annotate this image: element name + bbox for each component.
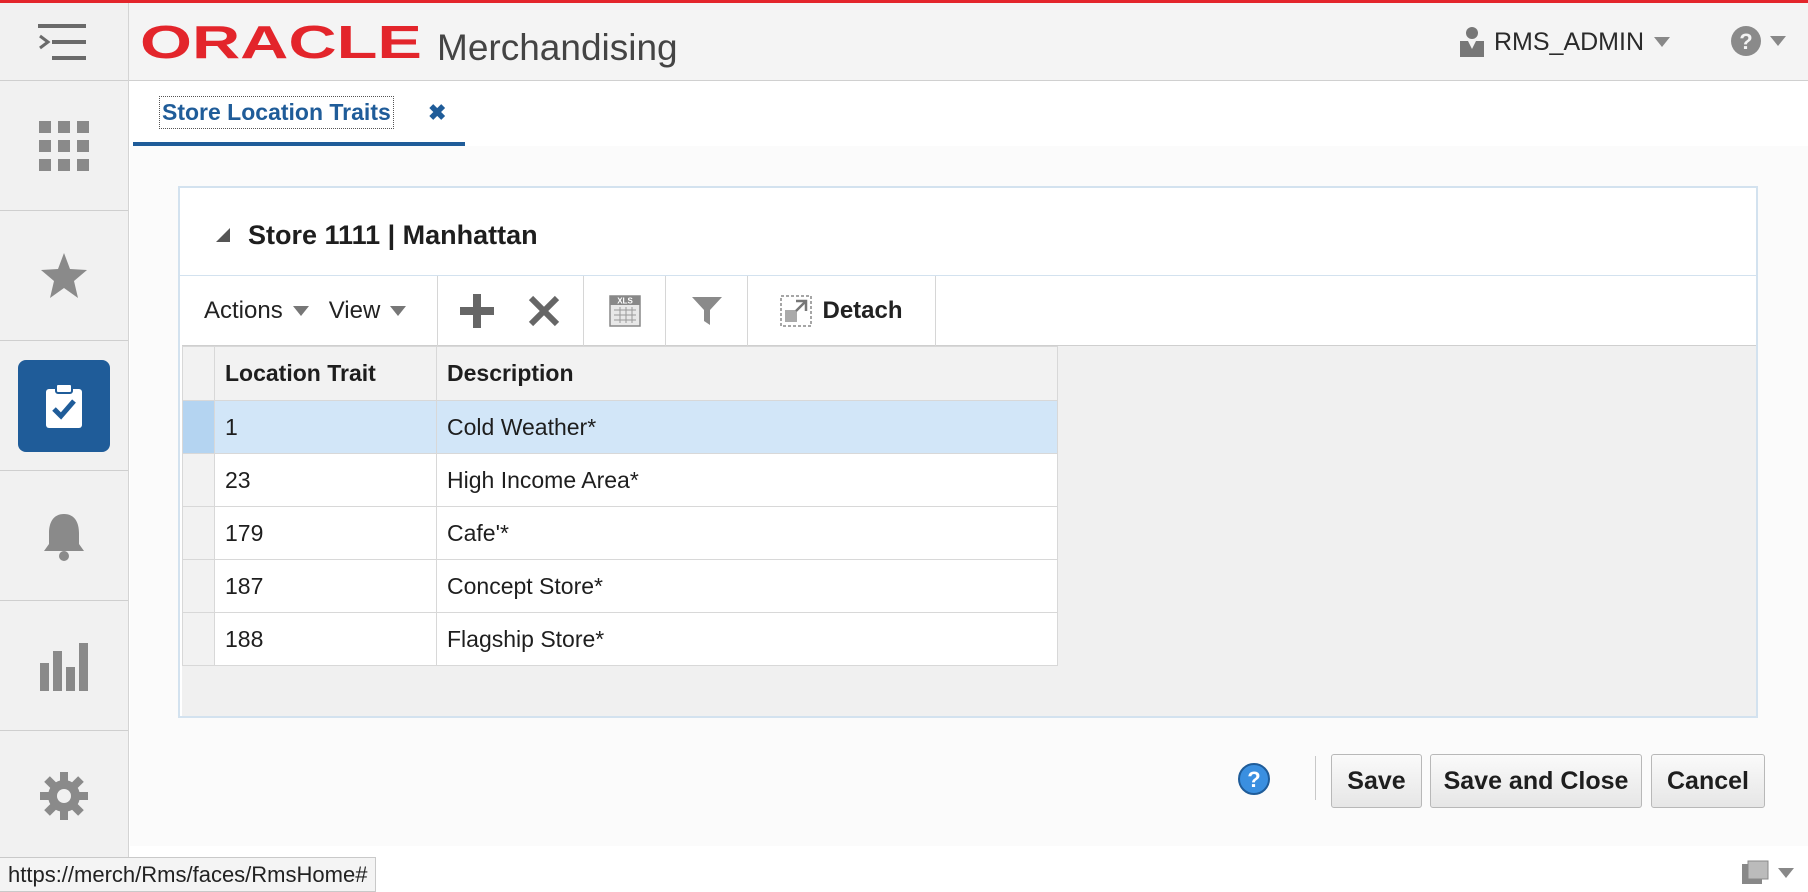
row-header[interactable] bbox=[182, 453, 215, 507]
user-name: RMS_ADMIN bbox=[1493, 27, 1644, 56]
favorites-star-icon bbox=[41, 252, 87, 298]
save-button[interactable]: Save bbox=[1331, 754, 1422, 808]
table-row[interactable]: 179 Cafe'* bbox=[182, 506, 1058, 560]
oracle-logo[interactable]: ORACLE bbox=[140, 25, 430, 61]
rail-item-reports[interactable] bbox=[0, 601, 128, 731]
filter-funnel-icon bbox=[691, 297, 722, 325]
tasks-grid-icon bbox=[39, 120, 89, 171]
accessibility-icon bbox=[1742, 860, 1769, 884]
table-toolbar: Actions View XLS Detach bbox=[182, 276, 1756, 346]
excel-xls-icon: XLS bbox=[608, 295, 641, 327]
delete-row-button[interactable] bbox=[514, 281, 574, 341]
rail-item-tasks[interactable] bbox=[0, 341, 128, 471]
help-icon[interactable]: ? bbox=[1237, 762, 1271, 796]
rail-item-tasks-grid[interactable] bbox=[0, 81, 128, 211]
tab-bar: Store Location Traits ✖ bbox=[130, 82, 1808, 146]
app-header: ORACLE Merchandising RMS_ADMIN ? bbox=[129, 3, 1808, 81]
column-header-description[interactable]: Description bbox=[436, 346, 1058, 401]
oracle-brand-text: ORACLE bbox=[140, 25, 422, 61]
add-row-button[interactable] bbox=[447, 281, 507, 341]
save-and-close-button[interactable]: Save and Close bbox=[1430, 754, 1642, 808]
toolbar-filter-group bbox=[666, 276, 748, 346]
footer-separator bbox=[1315, 756, 1316, 800]
tab-store-location-traits[interactable]: Store Location Traits ✖ bbox=[133, 82, 465, 146]
main-content: Store 1111 | Manhattan Actions View XLS … bbox=[130, 146, 1808, 846]
tab-label: Store Location Traits bbox=[159, 96, 394, 129]
table-row[interactable]: 23 High Income Area* bbox=[182, 453, 1058, 507]
location-trait-cell[interactable]: 179 bbox=[214, 506, 437, 560]
status-url: https://merch/Rms/faces/RmsHome# bbox=[0, 857, 377, 892]
close-tab-icon[interactable]: ✖ bbox=[428, 100, 446, 126]
location-trait-cell[interactable]: 188 bbox=[214, 612, 437, 666]
delete-x-icon bbox=[528, 295, 559, 327]
collapse-triangle-icon[interactable] bbox=[216, 228, 230, 242]
rail-item-active-highlight bbox=[18, 359, 110, 452]
actions-menu-label: Actions bbox=[204, 297, 283, 324]
detach-button[interactable]: Detach bbox=[748, 276, 936, 346]
help-menu[interactable]: ? bbox=[1730, 25, 1786, 57]
location-trait-cell[interactable]: 1 bbox=[214, 400, 437, 454]
description-cell[interactable]: High Income Area* bbox=[436, 453, 1058, 507]
description-cell[interactable]: Cafe'* bbox=[436, 506, 1058, 560]
location-trait-cell[interactable]: 23 bbox=[214, 453, 437, 507]
row-header-corner bbox=[182, 346, 215, 401]
tasks-clipboard-icon bbox=[46, 382, 82, 428]
plus-icon bbox=[460, 294, 495, 328]
panel-header: Store 1111 | Manhattan bbox=[180, 188, 1756, 276]
chevron-down-icon bbox=[1654, 37, 1670, 47]
table-row[interactable]: 188 Flagship Store* bbox=[182, 612, 1058, 666]
notifications-bell-icon bbox=[44, 513, 84, 561]
table-area: Location Trait Description 1 Cold Weathe… bbox=[182, 346, 1756, 716]
query-by-example-button[interactable] bbox=[677, 281, 737, 341]
panel-title: Store 1111 | Manhattan bbox=[248, 220, 538, 250]
view-menu-label: View bbox=[328, 297, 381, 324]
location-trait-cell[interactable]: 187 bbox=[214, 559, 437, 613]
svg-text:?: ? bbox=[1739, 29, 1752, 54]
export-excel-button[interactable]: XLS bbox=[595, 281, 655, 341]
footer-actions: ? Save Save and Close Cancel bbox=[130, 746, 1808, 808]
actions-menu[interactable]: Actions bbox=[204, 297, 309, 325]
cancel-button[interactable]: Cancel bbox=[1651, 754, 1765, 808]
toolbar-edit-group bbox=[438, 276, 584, 346]
help-icon: ? bbox=[1731, 26, 1761, 56]
left-nav-rail bbox=[0, 3, 129, 892]
table-row[interactable]: 1 Cold Weather* bbox=[182, 400, 1058, 454]
chevron-down-icon bbox=[1778, 868, 1794, 878]
app-title: Merchandising bbox=[437, 27, 678, 68]
row-header[interactable] bbox=[182, 400, 215, 454]
user-menu[interactable]: RMS_ADMIN bbox=[1459, 27, 1670, 57]
svg-text:XLS: XLS bbox=[617, 297, 633, 306]
reports-chart-icon bbox=[40, 642, 88, 691]
table-row[interactable]: 187 Concept Store* bbox=[182, 559, 1058, 613]
description-cell[interactable]: Cold Weather* bbox=[436, 400, 1058, 454]
detach-label: Detach bbox=[822, 297, 903, 324]
settings-gear-icon bbox=[40, 772, 88, 820]
store-traits-panel: Store 1111 | Manhattan Actions View XLS … bbox=[178, 186, 1758, 718]
toolbar-menus: Actions View bbox=[182, 276, 438, 346]
row-header[interactable] bbox=[182, 506, 215, 560]
row-header[interactable] bbox=[182, 559, 215, 613]
chevron-down-icon bbox=[1770, 36, 1786, 46]
description-cell[interactable]: Flagship Store* bbox=[436, 612, 1058, 666]
location-traits-table: Location Trait Description 1 Cold Weathe… bbox=[182, 346, 1058, 666]
menu-button[interactable] bbox=[0, 3, 128, 81]
rail-item-settings[interactable] bbox=[0, 731, 128, 861]
rail-item-favorites[interactable] bbox=[0, 211, 128, 341]
svg-text:?: ? bbox=[1247, 767, 1260, 792]
toolbar-export-group: XLS bbox=[584, 276, 666, 346]
chevron-down-icon bbox=[390, 306, 407, 316]
column-header-location-trait[interactable]: Location Trait bbox=[214, 346, 437, 401]
rail-item-notifications[interactable] bbox=[0, 471, 128, 601]
table-header-row: Location Trait Description bbox=[182, 346, 1058, 401]
chevron-down-icon bbox=[292, 306, 309, 316]
detach-icon bbox=[780, 295, 813, 327]
user-icon bbox=[1459, 27, 1484, 57]
status-bar-controls[interactable] bbox=[1740, 860, 1794, 886]
row-header[interactable] bbox=[182, 612, 215, 666]
view-menu[interactable]: View bbox=[329, 297, 407, 325]
menu-icon bbox=[38, 23, 86, 60]
description-cell[interactable]: Concept Store* bbox=[436, 559, 1058, 613]
